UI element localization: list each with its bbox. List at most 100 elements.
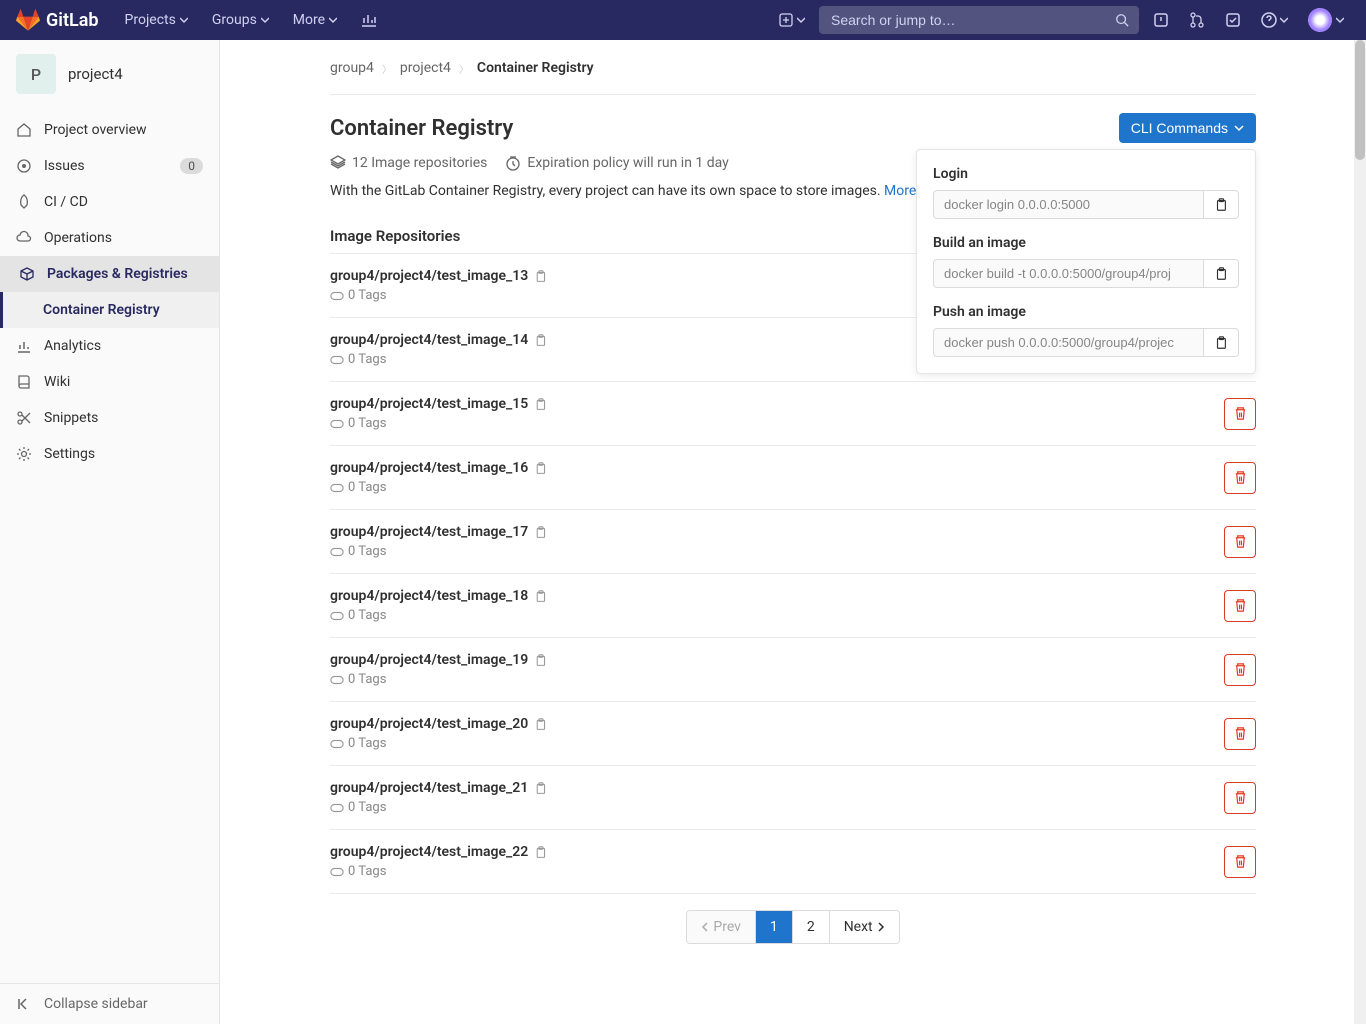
- nav-groups[interactable]: Groups: [202, 0, 279, 40]
- clock-icon: [505, 155, 521, 171]
- project-header[interactable]: P project4: [0, 40, 219, 108]
- clipboard-icon: [534, 398, 547, 411]
- image-name[interactable]: group4/project4/test_image_22: [330, 844, 547, 860]
- copy-image-name[interactable]: [534, 846, 547, 859]
- tag-icon: [330, 545, 344, 559]
- collapse-sidebar[interactable]: Collapse sidebar: [0, 983, 219, 1024]
- sidebar-item-label: Packages & Registries: [47, 266, 188, 282]
- delete-image-button[interactable]: [1224, 398, 1256, 430]
- image-tags: 0 Tags: [330, 736, 547, 751]
- avatar-icon: [1308, 8, 1332, 32]
- sidebar-item-project-overview[interactable]: Project overview: [0, 112, 219, 148]
- project-avatar: P: [16, 54, 56, 94]
- image-row: group4/project4/test_image_19 0 Tags: [330, 638, 1256, 702]
- breadcrumb-project[interactable]: project4: [400, 60, 451, 76]
- sidebar-item-label: Operations: [44, 230, 112, 246]
- copy-image-name[interactable]: [534, 398, 547, 411]
- cli-push-title: Push an image: [933, 304, 1239, 320]
- image-name[interactable]: group4/project4/test_image_15: [330, 396, 547, 412]
- image-tags: 0 Tags: [330, 288, 547, 303]
- chevron-left-icon: [701, 922, 709, 932]
- image-row: group4/project4/test_image_20 0 Tags: [330, 702, 1256, 766]
- nav-activity[interactable]: [351, 0, 387, 40]
- sidebar-item-operations[interactable]: Operations: [0, 220, 219, 256]
- nav-more[interactable]: More: [283, 0, 347, 40]
- trash-icon: [1233, 598, 1248, 613]
- cli-push-input[interactable]: [933, 328, 1204, 357]
- top-navbar: GitLab Projects Groups More: [0, 0, 1366, 40]
- sidebar-item-settings[interactable]: Settings: [0, 436, 219, 472]
- clipboard-icon: [1214, 198, 1228, 212]
- delete-image-button[interactable]: [1224, 654, 1256, 686]
- image-tags: 0 Tags: [330, 544, 547, 559]
- copy-login-button[interactable]: [1204, 190, 1239, 219]
- sidebar-item-label: CI / CD: [44, 194, 88, 210]
- tag-icon: [330, 353, 344, 367]
- copy-image-name[interactable]: [534, 526, 547, 539]
- gitlab-logo[interactable]: GitLab: [16, 8, 99, 32]
- image-tags: 0 Tags: [330, 864, 547, 879]
- copy-image-name[interactable]: [534, 270, 547, 283]
- sidebar-item-wiki[interactable]: Wiki: [0, 364, 219, 400]
- copy-build-button[interactable]: [1204, 259, 1239, 288]
- issues-link[interactable]: [1147, 12, 1175, 28]
- pagination-page[interactable]: 1: [756, 911, 793, 943]
- trash-icon: [1233, 470, 1248, 485]
- breadcrumb-group[interactable]: group4: [330, 60, 374, 76]
- sidebar-item-ci-cd[interactable]: CI / CD: [0, 184, 219, 220]
- copy-image-name[interactable]: [534, 782, 547, 795]
- copy-image-name[interactable]: [534, 590, 547, 603]
- trash-icon: [1233, 534, 1248, 549]
- sidebar-item-label: Snippets: [44, 410, 98, 426]
- image-name[interactable]: group4/project4/test_image_18: [330, 588, 547, 604]
- image-tags: 0 Tags: [330, 800, 547, 815]
- delete-image-button[interactable]: [1224, 782, 1256, 814]
- copy-image-name[interactable]: [534, 462, 547, 475]
- sidebar-item-packages-registries[interactable]: Packages & Registries: [0, 256, 219, 292]
- delete-image-button[interactable]: [1224, 462, 1256, 494]
- image-row: group4/project4/test_image_22 0 Tags: [330, 830, 1256, 894]
- cli-login-title: Login: [933, 166, 1239, 182]
- book-icon: [16, 374, 32, 390]
- search-input[interactable]: [819, 6, 1139, 34]
- merge-requests-link[interactable]: [1183, 12, 1211, 28]
- plus-dropdown[interactable]: [773, 13, 811, 27]
- cli-build-input[interactable]: [933, 259, 1204, 288]
- user-dropdown[interactable]: [1302, 8, 1350, 32]
- cli-commands-button[interactable]: CLI Commands: [1119, 113, 1256, 143]
- tag-icon: [330, 417, 344, 431]
- cli-login-input[interactable]: [933, 190, 1204, 219]
- image-name[interactable]: group4/project4/test_image_21: [330, 780, 547, 796]
- image-name[interactable]: group4/project4/test_image_20: [330, 716, 547, 732]
- trash-icon: [1233, 854, 1248, 869]
- more-info-link[interactable]: More: [884, 183, 916, 199]
- sidebar-item-analytics[interactable]: Analytics: [0, 328, 219, 364]
- scrollbar[interactable]: [1354, 40, 1366, 1024]
- image-name[interactable]: group4/project4/test_image_16: [330, 460, 547, 476]
- home-icon: [16, 122, 32, 138]
- sidebar-item-snippets[interactable]: Snippets: [0, 400, 219, 436]
- image-name[interactable]: group4/project4/test_image_17: [330, 524, 547, 540]
- pagination-next[interactable]: Next: [830, 911, 899, 943]
- copy-push-button[interactable]: [1204, 328, 1239, 357]
- help-dropdown[interactable]: [1255, 12, 1294, 28]
- copy-image-name[interactable]: [534, 654, 547, 667]
- sidebar-subitem-container-registry[interactable]: Container Registry: [0, 292, 219, 328]
- delete-image-button[interactable]: [1224, 590, 1256, 622]
- copy-image-name[interactable]: [534, 718, 547, 731]
- chevron-down-icon: [329, 16, 337, 24]
- image-name[interactable]: group4/project4/test_image_14: [330, 332, 547, 348]
- sidebar-item-issues[interactable]: Issues0: [0, 148, 219, 184]
- nav-projects[interactable]: Projects: [115, 0, 198, 40]
- delete-image-button[interactable]: [1224, 846, 1256, 878]
- delete-image-button[interactable]: [1224, 718, 1256, 750]
- chart-icon: [361, 12, 377, 28]
- delete-image-button[interactable]: [1224, 526, 1256, 558]
- todos-link[interactable]: [1219, 12, 1247, 28]
- image-name[interactable]: group4/project4/test_image_13: [330, 268, 547, 284]
- image-name[interactable]: group4/project4/test_image_19: [330, 652, 547, 668]
- copy-image-name[interactable]: [534, 334, 547, 347]
- chevron-right-icon: 〉: [459, 61, 469, 76]
- chart-icon: [16, 338, 32, 354]
- pagination-page[interactable]: 2: [793, 911, 830, 943]
